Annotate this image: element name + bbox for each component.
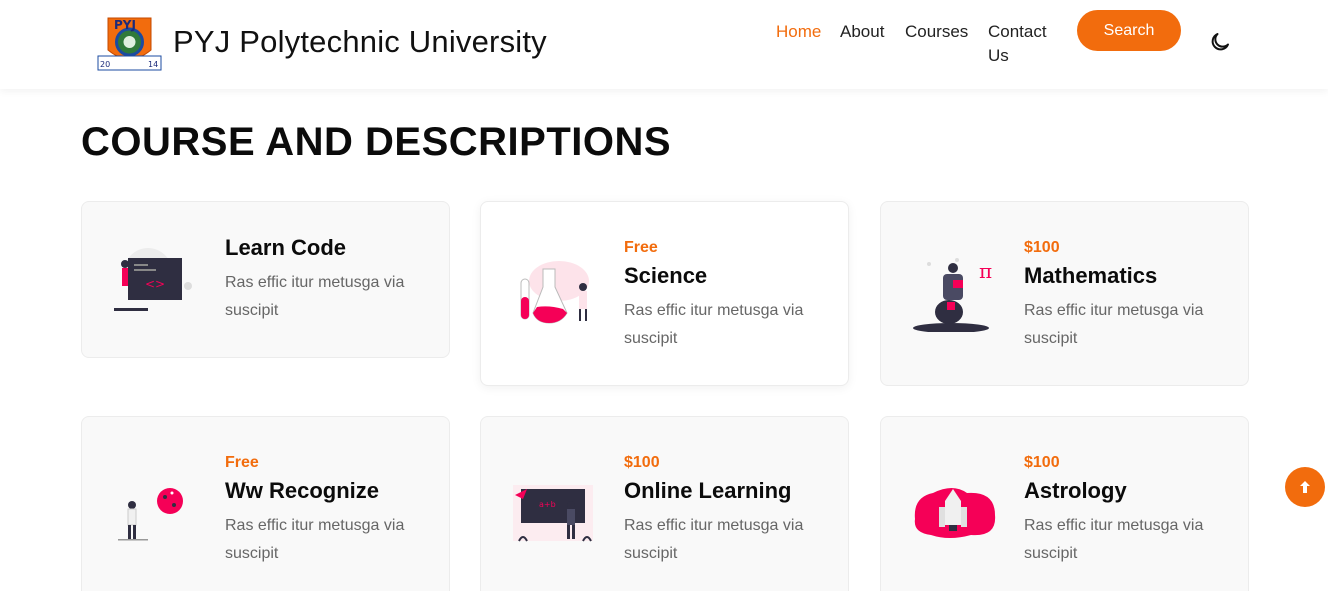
svg-text:π: π	[979, 259, 992, 283]
course-price: Free	[624, 239, 658, 256]
svg-text:14: 14	[148, 60, 158, 69]
site-brand[interactable]: PYJ Polytechnic University	[173, 24, 547, 60]
university-logo[interactable]: PYJ 20 14	[96, 10, 163, 72]
nav-home[interactable]: Home	[776, 20, 821, 44]
code-board-illustration-icon: <>	[110, 242, 198, 322]
svg-text:<>: <>	[145, 277, 165, 291]
course-description: Ras effic itur metusga via suscipit	[225, 274, 405, 319]
svg-text:a+b: a+b	[539, 500, 556, 509]
course-card[interactable]: <> Learn Code Ras effic itur metusga via…	[81, 201, 450, 358]
page-title: COURSE AND DESCRIPTIONS	[81, 120, 672, 164]
course-card[interactable]: Free Science Ras effic itur metusga via …	[480, 201, 849, 386]
dark-mode-moon-icon[interactable]	[1208, 30, 1232, 54]
arrow-up-icon	[1300, 481, 1310, 493]
course-card[interactable]: π $100 Mathematics Ras effic itur metusg…	[880, 201, 1249, 386]
course-description: Ras effic itur metusga via suscipit	[1024, 517, 1204, 562]
course-title[interactable]: Online Learning	[624, 478, 791, 504]
pi-reader-illustration-icon: π	[909, 252, 997, 333]
course-card[interactable]: a+b $100 Online Learning Ras effic itur …	[480, 416, 849, 591]
nav-contact[interactable]: Contact Us	[988, 20, 1058, 68]
rocket-illustration-icon	[909, 475, 997, 555]
search-button[interactable]: Search	[1077, 10, 1181, 51]
course-price: $100	[1024, 454, 1060, 471]
svg-text:PYJ: PYJ	[114, 18, 136, 32]
globe-person-illustration-icon	[110, 475, 198, 555]
course-description: Ras effic itur metusga via suscipit	[1024, 302, 1204, 347]
course-title[interactable]: Science	[624, 263, 707, 289]
course-description: Ras effic itur metusga via suscipit	[624, 302, 804, 347]
flask-illustration-icon	[509, 257, 597, 337]
course-price: $100	[1024, 239, 1060, 256]
course-title[interactable]: Ww Recognize	[225, 478, 379, 504]
course-price: Free	[225, 454, 259, 471]
nav-about[interactable]: About	[840, 20, 884, 44]
course-card[interactable]: Free Ww Recognize Ras effic itur metusga…	[81, 416, 450, 591]
nav-courses[interactable]: Courses	[905, 20, 968, 44]
chalkboard-teacher-illustration-icon: a+b	[509, 475, 597, 555]
svg-text:20: 20	[100, 60, 110, 69]
scroll-top-button[interactable]	[1285, 467, 1325, 507]
course-title[interactable]: Learn Code	[225, 235, 346, 261]
course-card[interactable]: $100 Astrology Ras effic itur metusga vi…	[880, 416, 1249, 591]
course-description: Ras effic itur metusga via suscipit	[624, 517, 804, 562]
site-header: PYJ 20 14 PYJ Polytechnic University Hom…	[0, 0, 1328, 89]
course-title[interactable]: Astrology	[1024, 478, 1127, 504]
course-title[interactable]: Mathematics	[1024, 263, 1157, 289]
course-description: Ras effic itur metusga via suscipit	[225, 517, 405, 562]
course-price: $100	[624, 454, 660, 471]
